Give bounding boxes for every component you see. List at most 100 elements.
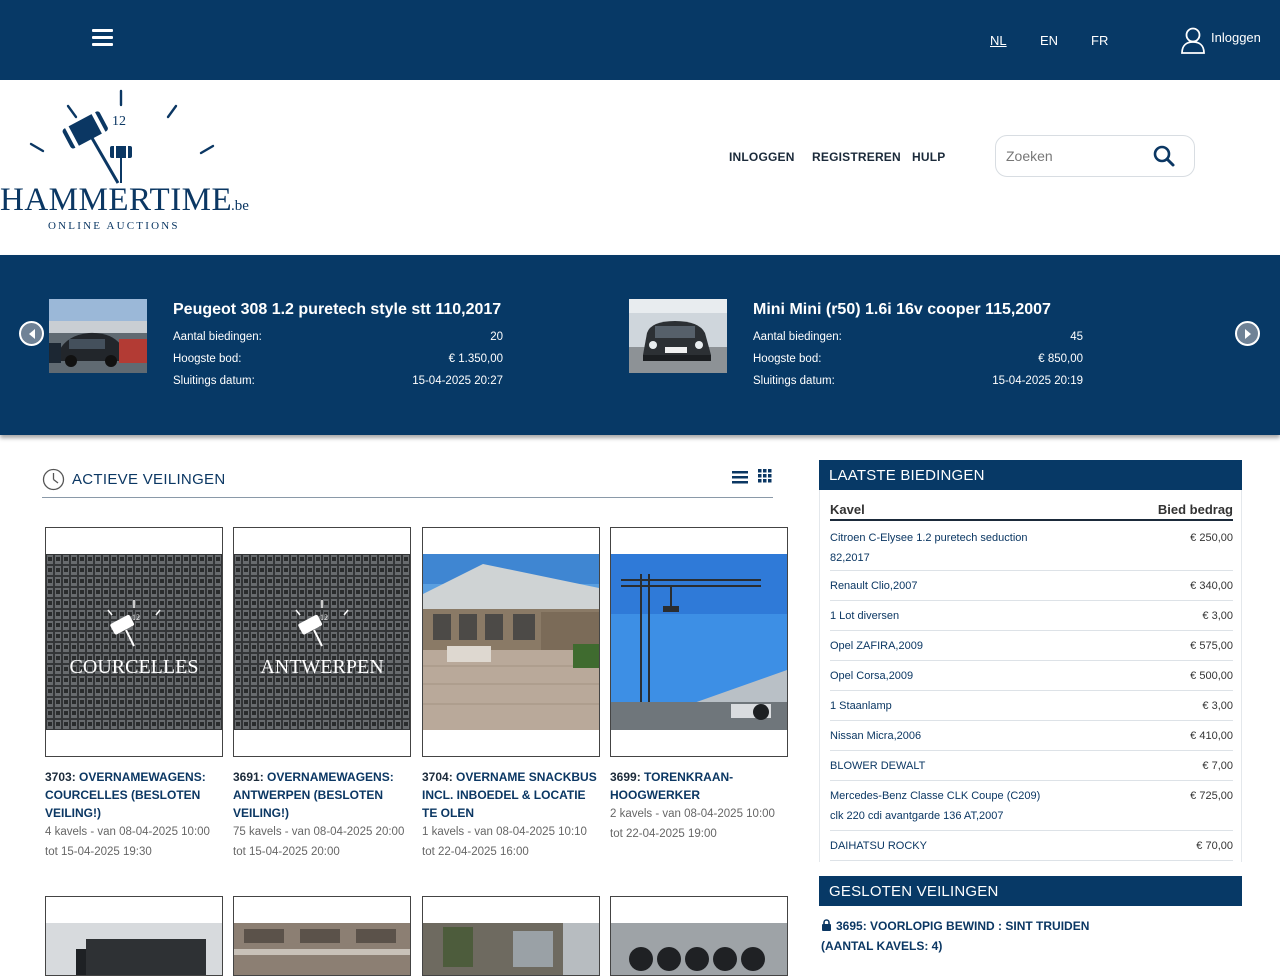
auction-card-end: tot 15-04-2025 19:30 bbox=[45, 846, 152, 858]
bid-amount: € 500,00 bbox=[1190, 670, 1233, 682]
carousel-slide[interactable]: Mini Mini (r50) 1.6i 16v cooper 115,2007… bbox=[629, 299, 1109, 389]
bid-row: Citroen C-Elysee 1.2 puretech seduction … bbox=[830, 523, 1233, 571]
slide-bids-label: Aantal biedingen: bbox=[173, 331, 262, 343]
auction-card-image[interactable] bbox=[423, 554, 599, 730]
hammertime-logo[interactable]: 12 HAMMERTIME .be ONLINE AUCTIONS bbox=[0, 88, 255, 238]
slide-title[interactable]: Mini Mini (r50) 1.6i 16v cooper 115,2007 bbox=[753, 301, 1051, 319]
latest-bids-table: Kavel Bied bedrag Citroen C-Elysee 1.2 p… bbox=[819, 490, 1242, 862]
slide-highest-bid-row: Hoogste bod: € 1.350,00 bbox=[173, 353, 503, 369]
auction-card[interactable] bbox=[45, 896, 223, 976]
auction-card[interactable]: 12 ANTWERPEN bbox=[233, 527, 411, 757]
language-en[interactable]: EN bbox=[1040, 33, 1058, 48]
bid-amount: € 3,00 bbox=[1202, 610, 1233, 622]
bid-row: Nissan Micra,2006 € 410,00 bbox=[830, 721, 1233, 751]
user-icon bbox=[1181, 27, 1205, 54]
auction-number: 3699: bbox=[610, 770, 641, 784]
arrow-right-icon bbox=[1245, 329, 1251, 339]
auction-card-title[interactable]: 3699: TORENKRAAN-HOOGWERKER bbox=[610, 768, 790, 804]
bid-row: BLOWER DEWALT € 7,00 bbox=[830, 751, 1233, 781]
carousel-next-button[interactable] bbox=[1235, 321, 1260, 346]
slide-bids-label: Aantal biedingen: bbox=[753, 331, 842, 343]
clock-icon bbox=[42, 468, 65, 491]
nav-registreren[interactable]: REGISTREREN bbox=[812, 150, 901, 164]
auction-card-end: tot 15-04-2025 20:00 bbox=[233, 846, 340, 858]
auction-card-title[interactable]: 3703: OVERNAMEWAGENS: COURCELLES (BESLOT… bbox=[45, 768, 225, 822]
bid-lot-link[interactable]: DAIHATSU ROCKY bbox=[830, 836, 1050, 856]
slide-highest-bid-label: Hoogste bod: bbox=[753, 353, 822, 365]
slide-highest-bid-value: € 850,00 bbox=[1038, 353, 1083, 365]
language-fr[interactable]: FR bbox=[1091, 33, 1108, 48]
auction-card[interactable]: 12 COURCELLES bbox=[45, 527, 223, 757]
auction-card-image[interactable]: 12 COURCELLES bbox=[46, 554, 222, 730]
lot-thumbnail[interactable] bbox=[49, 299, 147, 373]
bid-row: Mercedes-Benz Classe CLK Coupe (C209) cl… bbox=[830, 781, 1233, 831]
bid-lot-link[interactable]: Opel ZAFIRA,2009 bbox=[830, 636, 1050, 656]
slide-bids-value: 45 bbox=[1070, 331, 1083, 343]
svg-text:12: 12 bbox=[320, 613, 328, 622]
grid-view-icon[interactable] bbox=[758, 469, 772, 483]
slide-title[interactable]: Peugeot 308 1.2 puretech style stt 110,2… bbox=[173, 301, 501, 319]
logo-wordmark: HAMMERTIME bbox=[0, 182, 232, 218]
closed-auction-link[interactable]: 3695: VOORLOPIG BEWIND : SINT TRUIDEN (A… bbox=[821, 916, 1121, 956]
language-nl[interactable]: NL bbox=[990, 33, 1007, 48]
active-auctions-title: ACTIEVE VEILINGEN bbox=[72, 471, 226, 488]
auction-card-title[interactable]: 3691: OVERNAMEWAGENS: ANTWERPEN (BESLOTE… bbox=[233, 768, 413, 822]
bid-lot-link[interactable]: Renault Clio,2007 bbox=[830, 576, 1050, 596]
bid-lot-link[interactable]: Mercedes-Benz Classe CLK Coupe (C209) cl… bbox=[830, 786, 1050, 826]
auction-card-text: 3691: OVERNAMEWAGENS: ANTWERPEN (BESLOTE… bbox=[233, 768, 413, 862]
auction-card[interactable] bbox=[610, 527, 788, 757]
bid-row: 1 Staanlamp € 3,00 bbox=[830, 691, 1233, 721]
auction-card[interactable] bbox=[610, 896, 788, 976]
bid-lot-link[interactable]: Citroen C-Elysee 1.2 puretech seduction … bbox=[830, 528, 1050, 568]
auction-card-title[interactable]: 3704: OVERNAME SNACKBUS INCL. INBOEDEL &… bbox=[422, 768, 602, 822]
slide-closing-label: Sluitings datum: bbox=[753, 375, 835, 387]
nav-hulp[interactable]: HULP bbox=[912, 150, 945, 164]
column-lot: Kavel bbox=[830, 502, 865, 517]
auction-card-image[interactable] bbox=[234, 923, 410, 975]
auction-card[interactable] bbox=[233, 896, 411, 976]
auction-card-image[interactable]: 12 ANTWERPEN bbox=[234, 554, 410, 730]
list-view-icon[interactable] bbox=[732, 469, 748, 485]
bid-amount: € 340,00 bbox=[1190, 580, 1233, 592]
auction-card-image[interactable] bbox=[611, 923, 787, 975]
search-input[interactable] bbox=[1006, 146, 1146, 166]
auction-number: 3704: bbox=[422, 770, 453, 784]
auction-card[interactable] bbox=[422, 527, 600, 757]
svg-text:12: 12 bbox=[132, 613, 140, 622]
bid-lot-link[interactable]: 1 Staanlamp bbox=[830, 696, 1050, 716]
slide-bids-row: Aantal biedingen: 20 bbox=[173, 331, 503, 347]
bid-amount: € 725,00 bbox=[1190, 790, 1233, 802]
slide-highest-bid-label: Hoogste bod: bbox=[173, 353, 242, 365]
auction-card-image[interactable] bbox=[423, 923, 599, 975]
bid-row: Opel ZAFIRA,2009 € 575,00 bbox=[830, 631, 1233, 661]
bid-lot-link[interactable]: 1 Lot diversen bbox=[830, 606, 1050, 626]
auction-card-image[interactable] bbox=[611, 554, 787, 730]
logo-suffix: .be bbox=[231, 198, 249, 214]
search-icon[interactable] bbox=[1152, 144, 1176, 168]
nav-inloggen[interactable]: INLOGGEN bbox=[729, 150, 795, 164]
login-top-link[interactable]: Inloggen bbox=[1180, 26, 1270, 56]
carousel-slide[interactable]: Peugeot 308 1.2 puretech style stt 110,2… bbox=[49, 299, 529, 389]
bid-lot-link[interactable]: Nissan Micra,2006 bbox=[830, 726, 1050, 746]
login-top-label: Inloggen bbox=[1211, 30, 1261, 45]
arrow-left-icon bbox=[29, 329, 35, 339]
auction-card-image[interactable] bbox=[46, 923, 222, 975]
slide-closing-value: 15-04-2025 20:19 bbox=[992, 375, 1083, 387]
active-auctions-header: ACTIEVE VEILINGEN bbox=[42, 466, 773, 498]
auction-number: 3691: bbox=[233, 770, 264, 784]
slide-bids-row: Aantal biedingen: 45 bbox=[753, 331, 1083, 347]
bid-lot-link[interactable]: Opel Corsa,2009 bbox=[830, 666, 1050, 686]
menu-icon[interactable] bbox=[92, 29, 113, 46]
bid-amount: € 575,00 bbox=[1190, 640, 1233, 652]
auction-card-lots: 1 kavels - van 08-04-2025 10:10 bbox=[422, 826, 587, 838]
lot-thumbnail[interactable] bbox=[629, 299, 727, 373]
auction-card[interactable] bbox=[422, 896, 600, 976]
bid-row: DAIHATSU ROCKY € 70,00 bbox=[830, 831, 1233, 861]
carousel-prev-button[interactable] bbox=[19, 321, 44, 346]
slide-closing-row: Sluitings datum: 15-04-2025 20:27 bbox=[173, 375, 503, 391]
auction-card-lots: 75 kavels - van 08-04-2025 20:00 bbox=[233, 826, 405, 838]
bid-lot-link[interactable]: BLOWER DEWALT bbox=[830, 756, 1050, 776]
slide-bids-value: 20 bbox=[490, 331, 503, 343]
auction-card-text: 3703: OVERNAMEWAGENS: COURCELLES (BESLOT… bbox=[45, 768, 225, 862]
card-overlay-text: ANTWERPEN bbox=[260, 656, 383, 678]
